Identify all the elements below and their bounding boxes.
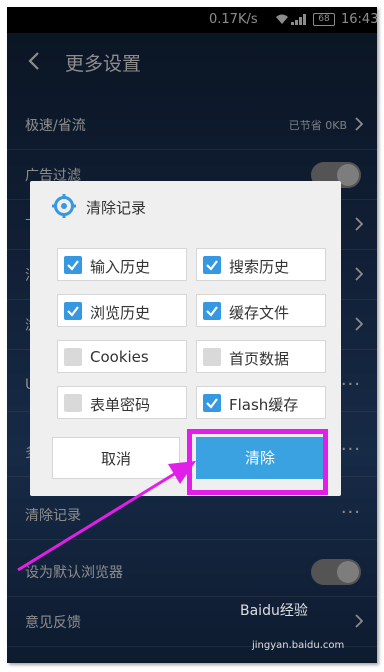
pointer-arrow (17, 461, 196, 572)
watermark-brand: Baidu经验 (240, 603, 308, 619)
watermark-url: jingyan.baidu.com (252, 640, 345, 651)
